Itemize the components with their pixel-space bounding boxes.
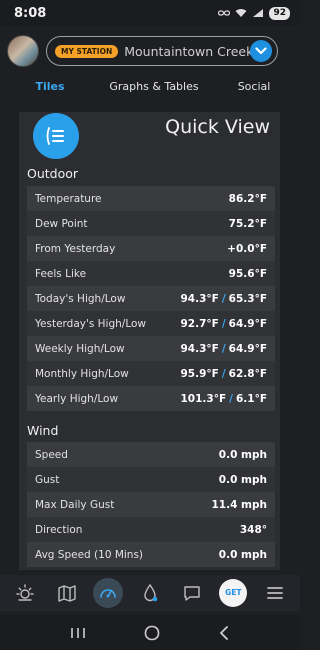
row-value: 95.6°F	[228, 267, 267, 280]
link-icon	[218, 10, 231, 16]
row-low: 62.8°F	[228, 367, 267, 380]
system-nav	[0, 615, 300, 650]
nav-forecast[interactable]	[10, 578, 40, 608]
gauge-icon	[100, 589, 117, 598]
quick-view-menu-button[interactable]	[33, 113, 79, 159]
station-header: MY STATION Mountaintown Creek R...	[0, 30, 300, 72]
tab-graphs-tables[interactable]: Graphs & Tables	[100, 80, 208, 102]
quick-view-card: Quick View Outdoor Temperature 86.2°F Dew…	[19, 112, 280, 570]
separator: /	[221, 317, 226, 330]
row-label: Feels Like	[35, 267, 87, 280]
signal-icon	[253, 9, 264, 17]
row-value: +0.0°F	[227, 242, 267, 255]
nav-dashboard[interactable]	[93, 578, 124, 608]
tab-bar: Tiles Graphs & Tables Social	[0, 80, 300, 102]
row-label: Speed	[35, 448, 68, 461]
table-row: Yearly High/Low 101.3°F/6.1°F	[27, 386, 275, 411]
wind-table: Speed 0.0 mph Gust 0.0 mph Max Daily Gust 1…	[27, 442, 275, 567]
row-value: 75.2°F	[228, 217, 267, 230]
chevron-down-icon	[255, 47, 267, 55]
wind-section-title: Wind	[27, 423, 59, 438]
hamburger-menu-icon	[267, 587, 283, 599]
separator: /	[221, 342, 226, 355]
row-label: Yesterday's High/Low	[35, 317, 147, 330]
row-label: Gust	[35, 473, 60, 486]
row-label: Dew Point	[35, 217, 88, 230]
my-station-badge: MY STATION	[55, 44, 119, 58]
table-row: Gust 0.0 mph	[27, 467, 275, 492]
station-avatar[interactable]	[7, 35, 39, 67]
row-label: Monthly High/Low	[35, 367, 129, 380]
table-row: Dew Point 75.2°F	[27, 211, 275, 236]
row-value: 348°	[239, 523, 267, 536]
table-row: Today's High/Low 94.3°F/65.3°F	[27, 286, 275, 311]
row-label: Today's High/Low	[35, 292, 126, 305]
card-title: Quick View	[165, 116, 270, 138]
separator: /	[229, 392, 233, 405]
status-icons: 92	[218, 6, 290, 20]
row-label: Weekly High/Low	[35, 342, 125, 355]
row-low: 64.9°F	[228, 317, 267, 330]
nav-messages[interactable]	[177, 578, 207, 608]
map-icon	[57, 585, 76, 602]
table-row: Weekly High/Low 94.3°F/64.9°F	[27, 336, 275, 361]
row-label: Avg Speed (10 Mins)	[35, 548, 144, 561]
table-row: Feels Like 95.6°F	[27, 261, 275, 286]
station-name: Mountaintown Creek R...	[124, 43, 265, 59]
row-value: 0.0 mph	[218, 548, 267, 561]
row-high: 92.7°F	[180, 317, 219, 330]
table-row: Temperature 86.2°F	[27, 186, 275, 211]
table-row: Avg Speed (10 Mins) 0.0 mph	[27, 542, 275, 567]
row-value: 0.0 mph	[218, 448, 267, 461]
wifi-icon	[235, 9, 247, 17]
row-high: 94.3°F	[180, 342, 219, 355]
row-value: 0.0 mph	[218, 473, 267, 486]
tab-social[interactable]: Social	[208, 80, 300, 102]
row-high: 94.3°F	[180, 292, 219, 305]
row-label: Direction	[35, 523, 83, 536]
outdoor-table: Temperature 86.2°F Dew Point 75.2°F From Y…	[27, 186, 275, 411]
chat-icon	[183, 586, 200, 601]
get-label: GET	[225, 588, 242, 597]
sun-icon	[16, 584, 34, 601]
bottom-nav: GET	[0, 575, 300, 611]
status-bar: 8:08 92	[0, 0, 300, 26]
row-label: From Yesterday	[35, 242, 116, 255]
station-dropdown-button[interactable]	[250, 40, 272, 62]
row-low: 64.9°F	[228, 342, 267, 355]
nav-get-device[interactable]: GET	[218, 578, 248, 608]
back-icon[interactable]	[217, 625, 231, 641]
nav-menu[interactable]	[260, 578, 290, 608]
table-row: Direction 348°	[27, 517, 275, 542]
tab-tiles[interactable]: Tiles	[0, 80, 100, 102]
row-label: Temperature	[35, 192, 102, 205]
station-selector[interactable]: MY STATION Mountaintown Creek R...	[46, 36, 278, 66]
table-row: Yesterday's High/Low 92.7°F/64.9°F	[27, 311, 275, 336]
table-row: Monthly High/Low 95.9°F/62.8°F	[27, 361, 275, 386]
row-label: Max Daily Gust	[35, 498, 115, 511]
status-time: 8:08	[14, 5, 47, 21]
separator: /	[221, 292, 226, 305]
row-high: 101.3°F	[180, 392, 227, 405]
outdoor-section-title: Outdoor	[27, 166, 79, 181]
home-icon[interactable]	[144, 625, 160, 641]
nav-alerts[interactable]	[135, 578, 165, 608]
drop-alert-icon	[144, 583, 158, 602]
recent-apps-icon[interactable]	[69, 626, 87, 640]
get-badge: GET	[219, 579, 248, 607]
row-low: 6.1°F	[235, 392, 267, 405]
nav-map[interactable]	[52, 578, 82, 608]
list-menu-icon	[46, 127, 64, 145]
table-row: Max Daily Gust 11.4 mph	[27, 492, 275, 517]
row-value: 86.2°F	[228, 192, 267, 205]
row-label: Yearly High/Low	[35, 392, 119, 405]
row-high: 95.9°F	[180, 367, 219, 380]
table-row: Speed 0.0 mph	[27, 442, 275, 467]
table-row: From Yesterday +0.0°F	[27, 236, 275, 261]
row-low: 65.3°F	[228, 292, 267, 305]
battery-indicator: 92	[269, 6, 290, 20]
row-value: 11.4 mph	[211, 498, 268, 511]
separator: /	[221, 367, 226, 380]
